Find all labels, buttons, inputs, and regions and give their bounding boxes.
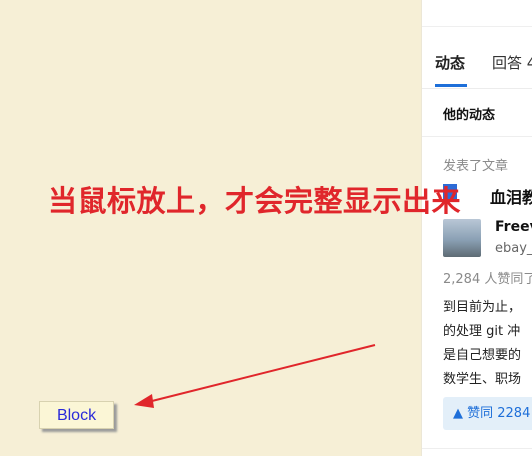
author-avatar[interactable] [443,219,481,257]
section-title: 他的动态 [443,108,496,123]
tab-activity[interactable]: 动态 [435,52,465,73]
upvote-button[interactable]: ▲ 赞同 2284 [443,397,532,430]
panel-top-block [422,0,532,27]
annotation-headline: 当鼠标放上，才会完整显示出来 [48,184,462,218]
activity-tabs: 动态 回答 4 [422,44,532,89]
bottom-divider [422,448,532,449]
author-subtitle: ebay_ [495,241,532,256]
excerpt-line[interactable]: 到目前为止， [443,296,521,315]
tab-answers[interactable]: 回答 4 [492,52,532,73]
author-name-link[interactable]: Freev [495,219,532,235]
article-title-link[interactable]: 血泪教 [490,184,532,208]
excerpt-line[interactable]: 数学生、职场 [443,368,521,387]
excerpt-line[interactable]: 是自己想要的 [443,344,521,363]
profile-activity-panel: 动态 回答 4 他的动态 发表了文章 血泪教 Freev ebay_ 2,284… [421,0,532,456]
block-button[interactable]: Block [39,401,114,429]
active-tab-indicator [435,84,467,87]
section-divider [422,136,532,137]
activity-type-label: 发表了文章 [443,159,509,174]
excerpt-line[interactable]: 的处理 git 冲 [443,320,520,339]
votes-count: 2,284 人赞同了 [443,272,532,287]
